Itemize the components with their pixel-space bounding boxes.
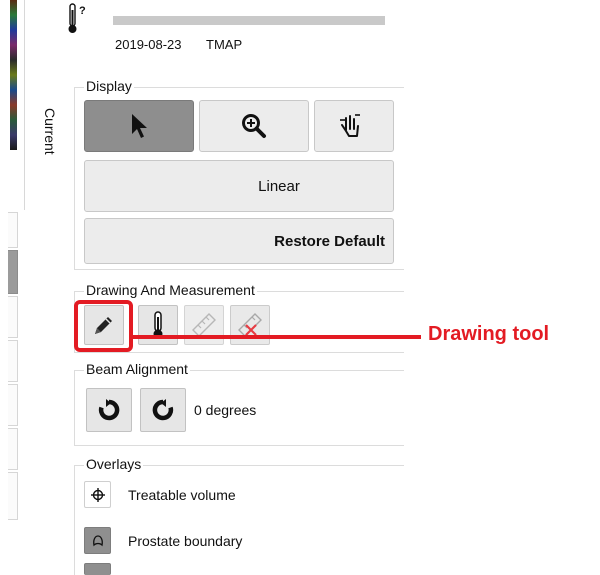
pointer-icon	[132, 114, 147, 138]
delete-measurement-button[interactable]	[230, 305, 270, 345]
outline-icon	[92, 534, 103, 546]
side-tab-2[interactable]	[8, 250, 18, 294]
prostate-boundary-label: Prostate boundary	[128, 533, 243, 549]
callout-connector	[133, 335, 421, 339]
side-tab-3[interactable]	[8, 296, 18, 338]
image-thumbnail-strip	[10, 0, 17, 150]
tab-current[interactable]: Current	[28, 96, 68, 206]
overlays-label: Overlays	[84, 456, 144, 472]
pointer-tool-button[interactable]	[84, 100, 194, 152]
rotate-clockwise-icon	[98, 399, 120, 421]
side-tab-6[interactable]	[8, 428, 18, 470]
drawing-tool-highlight	[74, 300, 133, 352]
linear-scale-label: Linear	[258, 177, 300, 195]
pan-hand-icon	[340, 114, 360, 137]
rotate-counterclockwise-button[interactable]	[140, 388, 186, 432]
linear-scale-button[interactable]: Linear	[84, 160, 394, 212]
drawing-group-label: Drawing And Measurement	[84, 282, 257, 298]
temperature-probe-button[interactable]	[138, 305, 178, 345]
side-tab-1[interactable]	[8, 212, 18, 248]
overlays-group	[74, 465, 404, 575]
header-progress-bar	[113, 16, 385, 25]
thermometer-question-icon: ?	[67, 2, 93, 36]
treatable-volume-label: Treatable volume	[128, 487, 236, 503]
side-tab-4[interactable]	[8, 340, 18, 382]
rotate-counterclockwise-icon	[152, 399, 174, 421]
map-type: TMAP	[206, 37, 243, 52]
display-group-label: Display	[84, 78, 134, 94]
beam-angle-value: 0 degrees	[194, 402, 257, 418]
svg-text:?: ?	[79, 5, 86, 17]
restore-default-label: Restore Default	[274, 232, 385, 250]
beam-alignment-label: Beam Alignment	[84, 361, 190, 377]
side-tab-7[interactable]	[8, 472, 18, 520]
zoom-tool-button[interactable]	[199, 100, 309, 152]
treatable-volume-toggle[interactable]	[84, 481, 111, 508]
restore-default-button[interactable]: Restore Default	[84, 218, 394, 264]
scan-date: 2019-08-23	[115, 37, 182, 52]
crosshair-icon	[90, 487, 105, 502]
overlay-toggle-3[interactable]	[84, 563, 111, 575]
pan-tool-button[interactable]	[314, 100, 394, 152]
tab-current-label: Current	[42, 108, 58, 155]
prostate-boundary-toggle[interactable]	[84, 527, 111, 554]
measure-ruler-button[interactable]	[184, 305, 224, 345]
side-tab-5[interactable]	[8, 384, 18, 426]
rotate-clockwise-button[interactable]	[86, 388, 132, 432]
callout-label: Drawing tool	[428, 323, 550, 345]
zoom-in-icon	[242, 114, 266, 138]
panel-divider	[24, 0, 25, 210]
